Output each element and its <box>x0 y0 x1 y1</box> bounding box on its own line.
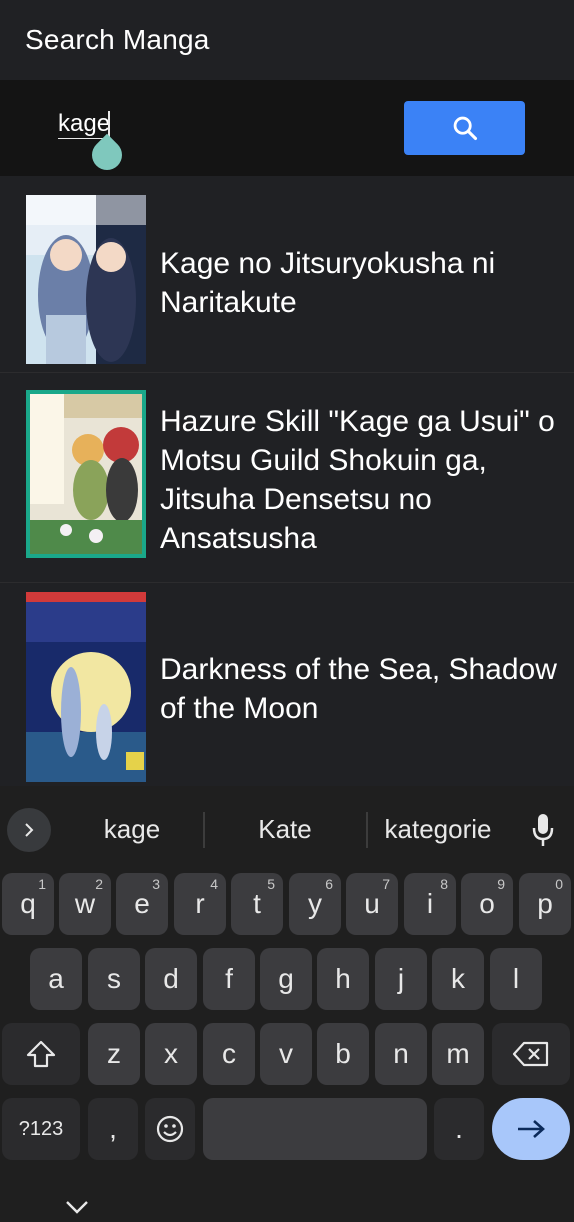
key-r[interactable]: 4r <box>174 873 226 935</box>
key-y[interactable]: 6y <box>289 873 341 935</box>
manga-title: Darkness of the Sea, Shadow of the Moon <box>160 653 557 725</box>
microphone-icon[interactable] <box>530 812 556 848</box>
cover-image <box>26 195 146 364</box>
space-bar[interactable] <box>203 1098 427 1160</box>
key-z[interactable]: z <box>88 1023 140 1085</box>
key-v[interactable]: v <box>260 1023 312 1085</box>
key-c[interactable]: c <box>203 1023 255 1085</box>
key-l[interactable]: l <box>490 948 542 1010</box>
key-e[interactable]: 3e <box>116 873 168 935</box>
arrow-right-icon <box>518 1120 545 1138</box>
key-i[interactable]: 8i <box>404 873 456 935</box>
key-f[interactable]: f <box>203 948 255 1010</box>
backspace-icon <box>512 1041 549 1067</box>
key-q[interactable]: 1q <box>2 873 54 935</box>
suggestion[interactable]: Kate <box>225 814 345 845</box>
key-d[interactable]: d <box>145 948 197 1010</box>
key-h[interactable]: h <box>317 948 369 1010</box>
emoji-icon <box>156 1115 184 1143</box>
enter-key[interactable] <box>492 1098 570 1160</box>
key-u[interactable]: 7u <box>346 873 398 935</box>
key-n[interactable]: n <box>375 1023 427 1085</box>
app-bar: Search Manga <box>0 0 574 80</box>
key-k[interactable]: k <box>432 948 484 1010</box>
symbols-key[interactable]: ?123 <box>2 1098 80 1160</box>
key-a[interactable]: a <box>30 948 82 1010</box>
list-item[interactable]: Hazure Skill "Kage ga Usui" o Motsu Guil… <box>0 372 574 583</box>
key-g[interactable]: g <box>260 948 312 1010</box>
key-o[interactable]: 9o <box>461 873 513 935</box>
emoji-key[interactable] <box>145 1098 195 1160</box>
list-item[interactable]: Darkness of the Sea, Shadow of the Moon <box>0 582 574 782</box>
chevron-right-icon <box>25 823 34 837</box>
suggestion[interactable]: kategorie <box>372 814 504 845</box>
comma-key[interactable]: , <box>88 1098 138 1160</box>
page-title: Search Manga <box>25 24 210 55</box>
search-button[interactable] <box>404 101 525 155</box>
manga-title: Kage no Jitsuryokusha ni Naritakute <box>160 247 496 319</box>
backspace-key[interactable] <box>492 1023 570 1085</box>
shift-icon <box>26 1040 56 1068</box>
key-w[interactable]: 2w <box>59 873 111 935</box>
list-item[interactable]: Kage no Jitsuryokusha ni Naritakute <box>0 176 574 373</box>
shift-key[interactable] <box>2 1023 80 1085</box>
search-icon <box>453 116 477 141</box>
cover-image <box>26 390 146 558</box>
key-p[interactable]: 0p <box>519 873 571 935</box>
key-x[interactable]: x <box>145 1023 197 1085</box>
divider <box>203 812 205 848</box>
manga-title: Hazure Skill "Kage ga Usui" o Motsu Guil… <box>160 405 555 555</box>
chevron-down-icon[interactable] <box>64 1198 90 1216</box>
key-b[interactable]: b <box>317 1023 369 1085</box>
key-j[interactable]: j <box>375 948 427 1010</box>
suggestion[interactable]: kage <box>80 814 184 845</box>
suggestions-expand-button[interactable] <box>7 808 51 852</box>
cover-image <box>26 592 146 782</box>
divider <box>366 812 368 848</box>
key-m[interactable]: m <box>432 1023 484 1085</box>
search-input[interactable] <box>58 110 278 138</box>
key-t[interactable]: 5t <box>231 873 283 935</box>
key-s[interactable]: s <box>88 948 140 1010</box>
period-key[interactable]: . <box>434 1098 484 1160</box>
